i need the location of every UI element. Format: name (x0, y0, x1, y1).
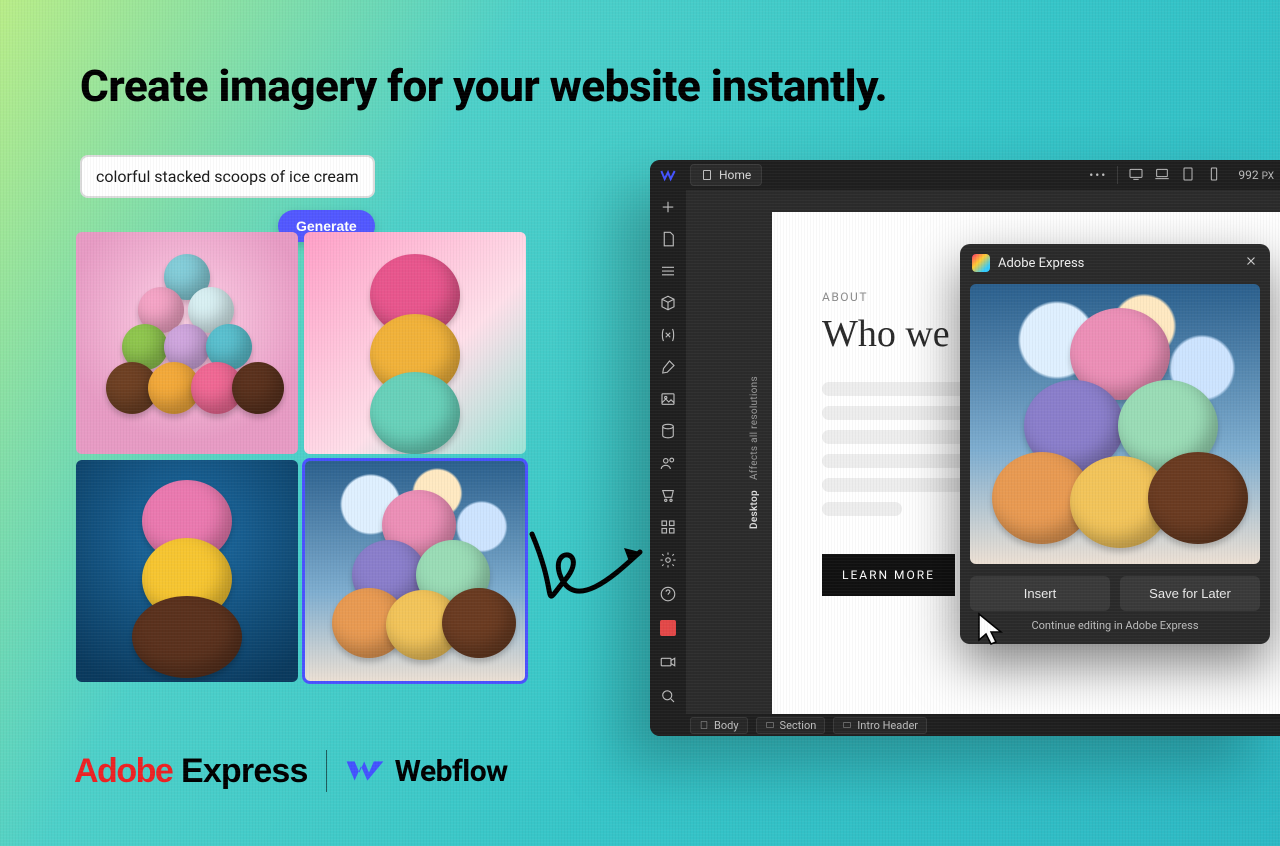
crumb-section[interactable]: Section (756, 717, 826, 734)
cube-icon[interactable] (658, 294, 678, 312)
learn-more-button[interactable]: LEARN MORE (822, 554, 955, 596)
tablet-device-icon[interactable] (1180, 166, 1196, 185)
result-thumb-3[interactable] (76, 460, 298, 682)
viewport-tabstrip: DesktopAffects all resolutions (742, 190, 766, 714)
device-switcher (1128, 166, 1234, 185)
viewport-width[interactable]: 992 PX (1238, 168, 1274, 182)
desktop-device-icon[interactable] (1128, 166, 1144, 185)
variables-icon[interactable] (658, 326, 678, 344)
apps-icon[interactable] (658, 518, 678, 536)
users-icon[interactable] (658, 454, 678, 472)
laptop-device-icon[interactable] (1154, 166, 1170, 185)
database-icon[interactable] (658, 422, 678, 440)
result-thumb-4-selected[interactable] (304, 460, 526, 682)
left-tool-rail (650, 190, 686, 714)
webflow-logo-icon[interactable] (650, 167, 686, 183)
add-icon[interactable] (658, 198, 678, 216)
help-icon[interactable] (658, 584, 678, 604)
search-icon[interactable] (658, 686, 678, 706)
webflow-editor: Home ••• 992 PX (650, 160, 1280, 736)
more-icon[interactable]: ••• (1089, 168, 1107, 182)
brush-icon[interactable] (658, 358, 678, 376)
stop-icon[interactable] (658, 618, 678, 638)
result-thumb-1[interactable] (76, 232, 298, 454)
home-label: Home (719, 168, 751, 182)
video-icon[interactable] (658, 652, 678, 672)
editor-topbar: Home ••• 992 PX (650, 160, 1280, 190)
save-for-later-button[interactable]: Save for Later (1120, 576, 1260, 611)
arrow-icon (520, 520, 660, 620)
adobe-express-logo: Adobe Express (74, 752, 308, 791)
adobe-express-panel: Adobe Express Insert Save for Later Cont… (960, 244, 1270, 644)
page-icon[interactable] (658, 230, 678, 248)
panel-title: Adobe Express (998, 256, 1084, 271)
prompt-input[interactable]: colorful stacked scoops of ice cream (80, 155, 375, 198)
continue-editing-link[interactable]: Continue editing in Adobe Express (960, 617, 1270, 644)
mobile-device-icon[interactable] (1206, 166, 1222, 185)
insert-button[interactable]: Insert (970, 576, 1110, 611)
adobe-express-logo-icon (972, 254, 990, 272)
footer-logos: Adobe Express Webflow (74, 750, 508, 792)
close-icon[interactable] (1244, 254, 1258, 272)
image-icon[interactable] (658, 390, 678, 408)
gear-icon[interactable] (658, 550, 678, 570)
crumb-body[interactable]: Body (690, 717, 748, 734)
panel-preview-image (970, 284, 1260, 564)
menu-icon[interactable] (658, 262, 678, 280)
headline: Create imagery for your website instantl… (80, 60, 887, 112)
results-grid (76, 232, 526, 682)
cart-icon[interactable] (658, 486, 678, 504)
result-thumb-2[interactable] (304, 232, 526, 454)
home-breadcrumb[interactable]: Home (690, 164, 762, 186)
crumb-intro-header[interactable]: Intro Header (833, 717, 927, 734)
webflow-logo: Webflow (345, 754, 508, 789)
breadcrumb-bar: Body Section Intro Header (650, 714, 1280, 736)
